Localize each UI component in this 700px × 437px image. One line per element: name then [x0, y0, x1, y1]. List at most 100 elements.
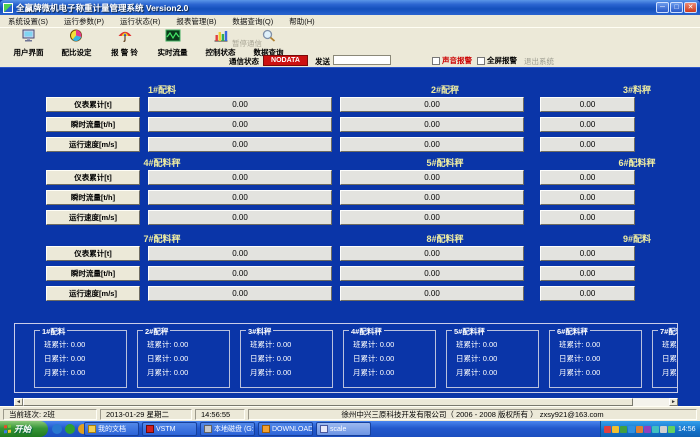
- sound-alarm-checkbox[interactable]: [432, 57, 440, 65]
- pause-comm-button[interactable]: 暂停通信: [232, 38, 262, 49]
- row-label-total: 仪表累计[t]: [46, 246, 140, 261]
- tray-icon[interactable]: [644, 426, 651, 433]
- row-label-total: 仪表累计[t]: [46, 170, 140, 185]
- drive-icon: [204, 425, 212, 433]
- menu-report-manage[interactable]: 报表管理(B): [168, 16, 224, 27]
- main-client-area: 1#配料 2#配秤 3#料秤 4#配料秤 5#配料秤 6#配料秤 7#配料秤 8…: [0, 67, 700, 406]
- task-button-scale-active[interactable]: scale: [316, 422, 371, 436]
- totals-box: 6#配料秤 班累计: 0.00 日累计: 0.00 月累计: 0.00: [549, 330, 642, 388]
- menu-data-query[interactable]: 数据查询(Q): [224, 16, 281, 27]
- totals-box: 4#配料秤 班累计: 0.00 日累计: 0.00 月累计: 0.00: [343, 330, 436, 388]
- ratio-setting-button[interactable]: 配比设定: [54, 29, 99, 54]
- scale-value-field: 0.00: [148, 266, 332, 281]
- menu-run-params[interactable]: 运行参数(P): [56, 16, 112, 27]
- send-label: 发送: [315, 56, 330, 67]
- scale-value-field: 0.00: [540, 286, 635, 301]
- tray-icon[interactable]: [628, 426, 635, 433]
- scale-group-header: 4#配料秤: [143, 156, 180, 169]
- maximize-button[interactable]: □: [670, 2, 683, 13]
- scale-value-field: 0.00: [540, 210, 635, 225]
- app-icon: [146, 425, 154, 433]
- menu-system-settings[interactable]: 系统设置(S): [0, 16, 56, 27]
- tray-icon[interactable]: [668, 426, 675, 433]
- taskbar: 开始 我的文档 VSTM 本地磁盘 (G:) DOWNLOAD scale 14…: [0, 421, 700, 437]
- user-interface-button[interactable]: 用户界面: [6, 29, 51, 54]
- horizontal-scrollbar[interactable]: ◄ ►: [14, 398, 678, 406]
- scale-value-field: 0.00: [340, 246, 524, 261]
- scale-value-field: 0.00: [148, 170, 332, 185]
- scale-value-field: 0.00: [148, 117, 332, 132]
- task-button-disk-g[interactable]: 本地磁盘 (G:): [200, 422, 255, 436]
- minimize-button[interactable]: ─: [656, 2, 669, 13]
- scale-value-field: 0.00: [340, 286, 524, 301]
- magnifier-icon: [261, 29, 277, 47]
- start-button[interactable]: 开始: [0, 421, 48, 437]
- sound-alarm-label: 声音报警: [442, 55, 472, 66]
- realtime-flow-button[interactable]: 实时流量: [150, 29, 195, 54]
- scale-value-field: 0.00: [148, 210, 332, 225]
- quick-launch-icon[interactable]: [52, 424, 62, 434]
- row-label-flow: 瞬时流量[t/h]: [46, 190, 140, 205]
- totals-box: 5#配料秤 班累计: 0.00 日累计: 0.00 月累计: 0.00: [446, 330, 539, 388]
- totals-box: 3#料秤 班累计: 0.00 日累计: 0.00 月累计: 0.00: [240, 330, 333, 388]
- scale-value-field: 0.00: [540, 246, 635, 261]
- scrollbar-thumb[interactable]: [23, 398, 633, 406]
- folder-icon: [262, 425, 270, 433]
- scale-value-field: 0.00: [340, 170, 524, 185]
- tray-icon[interactable]: [612, 426, 619, 433]
- totals-box: 7#配料秤 班累计: 0.00 日累计: 0.00 月累计: 0.00: [652, 330, 678, 388]
- oscilloscope-icon: [165, 29, 181, 47]
- task-button-download[interactable]: DOWNLOAD: [258, 422, 313, 436]
- row-label-speed: 运行速度[m/s]: [46, 210, 140, 225]
- shift-panel: 当前班次: 2班: [3, 409, 97, 420]
- time-panel: 14:56:55: [195, 409, 245, 420]
- scroll-left-arrow[interactable]: ◄: [14, 398, 23, 406]
- status-bar: 当前班次: 2班 2013-01-29 星期二 14:56:55 徐州中兴三原科…: [0, 406, 700, 421]
- scale-value-field: 0.00: [540, 266, 635, 281]
- window-title: 全赢牌微机电子称重计量管理系统 Version2.0: [16, 2, 656, 14]
- quick-launch-icon[interactable]: [65, 424, 75, 434]
- scale-group-header: 5#配料秤: [426, 156, 463, 169]
- quick-launch: [52, 424, 88, 434]
- scale-group-header: 8#配料秤: [426, 232, 463, 245]
- tray-icon[interactable]: [604, 426, 611, 433]
- close-button[interactable]: ✕: [684, 2, 697, 13]
- menu-run-status[interactable]: 运行状态(R): [112, 16, 168, 27]
- scale-value-field: 0.00: [148, 97, 332, 112]
- totals-box: 1#配料 班累计: 0.00 日累计: 0.00 月累计: 0.00: [34, 330, 127, 388]
- comm-status-badge: NODATA: [263, 55, 308, 66]
- row-label-flow: 瞬时流量[t/h]: [46, 117, 140, 132]
- fullscreen-alarm-label: 全屏报警: [487, 55, 517, 66]
- scale-group-header: 9#配料: [623, 232, 651, 245]
- tray-icon[interactable]: [620, 426, 627, 433]
- company-panel: 徐州中兴三原科技开发有限公司（ 2006 - 2008 版权所有 ） zxsy9…: [248, 409, 697, 420]
- scale-group-header: 3#料秤: [623, 83, 651, 96]
- comm-status-row: 通信状态 NODATA 发送 声音报警 全屏报警 退出系统: [0, 54, 700, 67]
- bar-chart-icon: [213, 29, 229, 47]
- alarm-bell-button[interactable]: 报 警 铃: [102, 29, 147, 54]
- scale-value-field: 0.00: [148, 286, 332, 301]
- row-label-total: 仪表累计[t]: [46, 97, 140, 112]
- tray-icon[interactable]: [636, 426, 643, 433]
- task-button-documents[interactable]: 我的文档: [84, 422, 139, 436]
- row-label-flow: 瞬时流量[t/h]: [46, 266, 140, 281]
- tray-icon[interactable]: [660, 426, 667, 433]
- fullscreen-alarm-checkbox[interactable]: [477, 57, 485, 65]
- menu-help[interactable]: 帮助(H): [281, 16, 322, 27]
- folder-icon: [88, 425, 96, 433]
- row-label-speed: 运行速度[m/s]: [46, 286, 140, 301]
- system-tray: 14:56: [600, 421, 700, 437]
- windows-flag-icon: [4, 425, 12, 434]
- scale-value-field: 0.00: [540, 137, 635, 152]
- exit-system-button[interactable]: 退出系统: [524, 56, 554, 67]
- scale-group-header: 6#配料秤: [618, 156, 655, 169]
- monitor-icon: [21, 29, 37, 47]
- tray-icon[interactable]: [652, 426, 659, 433]
- title-bar[interactable]: 全赢牌微机电子称重计量管理系统 Version2.0 ─ □ ✕: [0, 0, 700, 15]
- send-progress-bar: [333, 55, 391, 65]
- scale-value-field: 0.00: [340, 137, 524, 152]
- totals-box: 2#配秤 班累计: 0.00 日累计: 0.00 月累计: 0.00: [137, 330, 230, 388]
- scale-group-header: 7#配料秤: [143, 232, 180, 245]
- task-button-vstm[interactable]: VSTM: [142, 422, 197, 436]
- scroll-right-arrow[interactable]: ►: [669, 398, 678, 406]
